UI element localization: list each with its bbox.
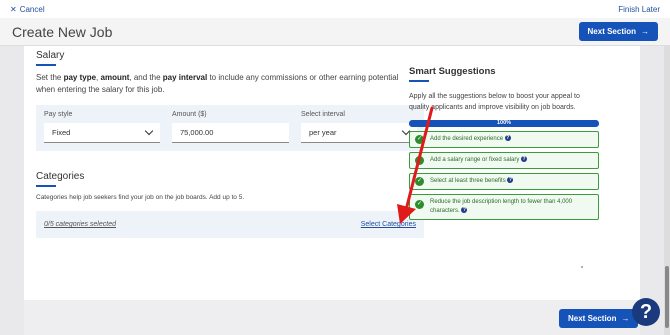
interval-select[interactable]: per year: [301, 123, 417, 143]
amount-value: 75,000.00: [180, 128, 214, 137]
suggestion-item[interactable]: ✓ Select at least three benefits ?: [409, 173, 599, 190]
suggestion-item[interactable]: ✓ Add a salary range or fixed salary ?: [409, 152, 599, 169]
page-title: Create New Job: [12, 23, 113, 40]
pay-style-label: Pay style: [44, 111, 73, 118]
help-icon[interactable]: ?: [461, 207, 468, 214]
question-mark-icon: ?: [639, 300, 653, 323]
cancel-link[interactable]: ✕ Cancel: [10, 5, 45, 14]
top-bar: ✕ Cancel Finish Later: [0, 0, 670, 18]
checkmark-icon: ✓: [415, 156, 424, 165]
page-header: Create New Job Next Section →: [0, 18, 670, 46]
suggestion-text: Reduce the job description length to few…: [430, 199, 573, 214]
suggestion-text: Add the desired experience ?: [430, 135, 511, 142]
pay-style-select[interactable]: Fixed: [44, 123, 160, 143]
categories-selector: 0/5 categories selected Select Categorie…: [36, 211, 424, 238]
finish-later-link[interactable]: Finish Later: [618, 5, 660, 14]
salary-title-underline: [36, 64, 56, 66]
salary-fields: Pay style Fixed Amount ($) 75,000.00 Sel…: [36, 105, 424, 151]
salary-section-title: Salary: [36, 50, 65, 61]
suggestion-text: Add a salary range or fixed salary ?: [430, 156, 528, 163]
smart-suggestions-title: Smart Suggestions: [409, 66, 496, 77]
categories-section-title: Categories: [36, 171, 85, 182]
progress-label: 100%: [496, 120, 512, 126]
suggestion-text: Select at least three benefits ?: [430, 177, 514, 184]
help-icon[interactable]: ?: [521, 156, 528, 163]
footer-next-section-button[interactable]: Next Section →: [559, 309, 639, 328]
smart-suggestions-description: Apply all the suggestions below to boost…: [409, 93, 580, 111]
suggestions-progress-bar: 100%: [409, 120, 599, 127]
next-section-label: Next Section: [587, 27, 636, 36]
smart-title-underline: [409, 80, 429, 82]
suggestion-item[interactable]: ✓ Reduce the job description length to f…: [409, 194, 599, 220]
categories-count: 0/5 categories selected: [44, 221, 116, 228]
checkmark-icon: ✓: [415, 177, 424, 186]
checkmark-icon: ✓: [415, 135, 424, 144]
help-icon[interactable]: ?: [504, 135, 511, 142]
footer-next-label: Next Section: [568, 314, 617, 323]
pay-style-value: Fixed: [52, 128, 71, 137]
categories-title-underline: [36, 185, 56, 187]
arrow-right-icon: →: [621, 314, 630, 323]
decorative-dot: [581, 266, 583, 268]
categories-description: Categories help job seekers find your jo…: [36, 194, 245, 201]
scrollbar-thumb[interactable]: [665, 266, 669, 328]
close-icon: ✕: [10, 4, 17, 14]
cancel-label: Cancel: [19, 4, 45, 14]
help-button[interactable]: ?: [632, 298, 660, 326]
footer-bar: Next Section →: [24, 300, 640, 335]
arrow-right-icon: →: [641, 27, 649, 36]
next-section-button[interactable]: Next Section →: [578, 22, 658, 41]
chevron-down-icon: [144, 126, 154, 136]
amount-label: Amount ($): [172, 111, 207, 118]
salary-description: Set the pay type, amount, and the pay in…: [36, 73, 399, 94]
interval-label: Select interval: [301, 111, 345, 118]
interval-value: per year: [309, 128, 337, 137]
amount-input[interactable]: 75,000.00: [172, 123, 289, 143]
smart-suggestions-panel: Smart Suggestions Apply all the suggesti…: [409, 66, 599, 220]
suggestion-item[interactable]: ✓ Add the desired experience ?: [409, 131, 599, 148]
help-icon[interactable]: ?: [507, 177, 514, 184]
select-categories-link[interactable]: Select Categories: [361, 221, 416, 228]
checkmark-icon: ✓: [415, 200, 424, 209]
